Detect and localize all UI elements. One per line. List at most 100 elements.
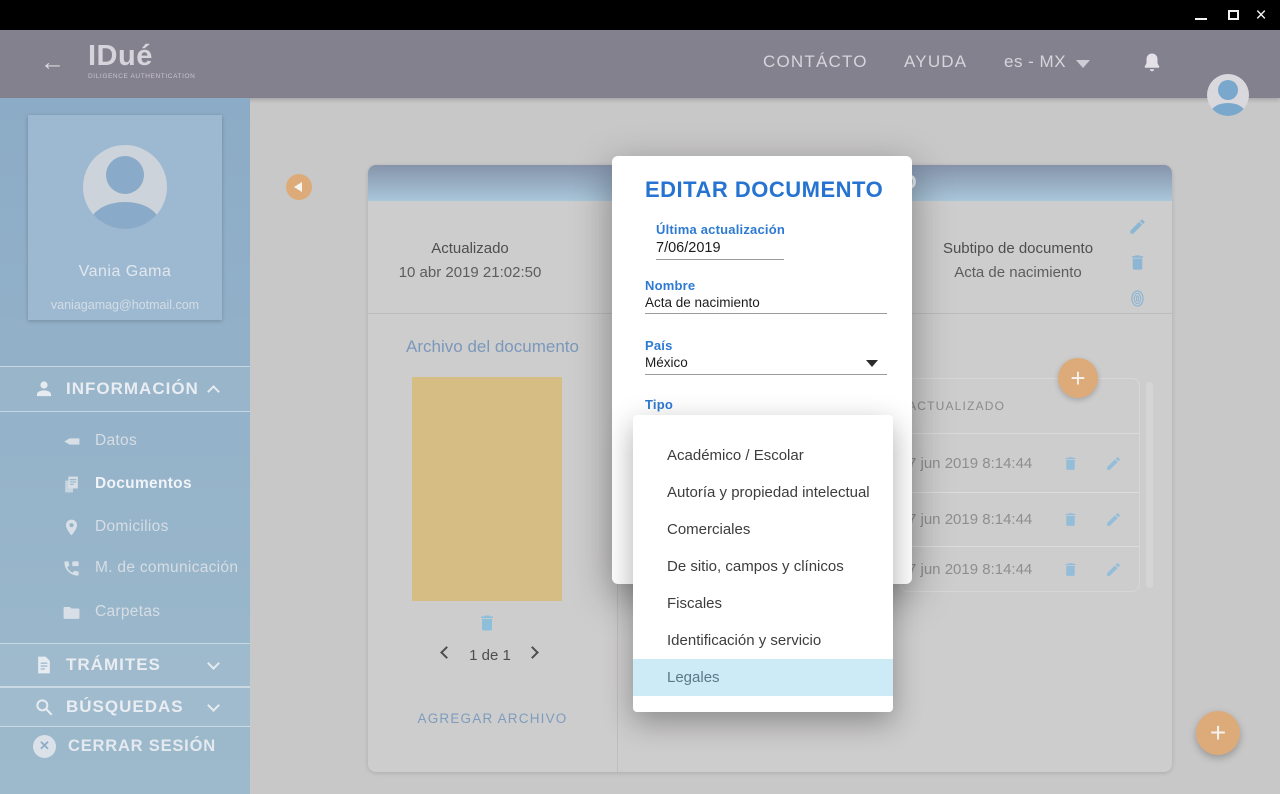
minimize-button[interactable] (1186, 0, 1216, 30)
language-selector[interactable]: es - MX (1004, 52, 1090, 72)
plus-icon: + (1070, 363, 1085, 394)
type-label: Tipo (645, 397, 673, 412)
bell-icon (1140, 51, 1164, 75)
last-update-label: Última actualización (656, 222, 785, 237)
nav-help-link[interactable]: AYUDA (904, 52, 967, 72)
add-history-button[interactable]: + (1058, 358, 1098, 398)
plus-icon: + (1210, 717, 1226, 749)
back-arrow-icon: ← (40, 48, 65, 76)
input-underline (645, 374, 887, 375)
profile-avatar (83, 145, 167, 229)
dropdown-option[interactable]: De sitio, campos y clínicos (633, 548, 893, 585)
name-label: Nombre (645, 278, 695, 293)
dropdown-option[interactable]: Académico / Escolar (633, 437, 893, 474)
dropdown-option[interactable]: Autoría y propiedad intelectual (633, 474, 893, 511)
sidebar-item-label: Datos (95, 432, 137, 450)
pencil-icon (1128, 217, 1147, 236)
document-preview[interactable] (412, 377, 562, 601)
row-delete-button[interactable] (1062, 561, 1079, 578)
logout-button[interactable]: ✕ CERRAR SESIÓN (0, 727, 250, 765)
history-table: ACTUALIZADO 7 jun 2019 8:14:44 7 jun 201… (900, 378, 1140, 592)
delete-document-button[interactable] (1128, 253, 1147, 272)
edit-document-button[interactable] (1128, 217, 1147, 236)
sidebar-section-informacion[interactable]: INFORMACIÓN (0, 366, 250, 412)
phone-icon (62, 559, 81, 578)
pencil-icon (1105, 511, 1122, 528)
sidebar-item-label: M. de comunicación (95, 559, 238, 577)
app-window: × ← IDué DILIGENCE AUTHENTICATION CONTÁC… (0, 0, 1280, 794)
dropdown-option[interactable]: Identificación y servicio (633, 622, 893, 659)
file-section-heading: Archivo del documento (368, 337, 617, 357)
logout-label: CERRAR SESIÓN (68, 737, 216, 756)
avatar-head-icon (1218, 80, 1238, 100)
next-page-button[interactable] (526, 646, 539, 659)
select-caret-icon[interactable] (866, 360, 878, 367)
dropdown-option-selected[interactable]: Legales (633, 659, 893, 696)
app-logo: IDué DILIGENCE AUTHENTICATION (88, 41, 195, 80)
collapse-sidebar-button[interactable] (286, 174, 312, 200)
app-header: ← IDué DILIGENCE AUTHENTICATION CONTÁCTO… (0, 30, 1280, 98)
type-dropdown: Académico / Escolar Autoría y propiedad … (633, 415, 893, 712)
sidebar-item-label: Carpetas (95, 603, 160, 621)
chevron-down-icon (207, 699, 220, 712)
add-file-button[interactable]: AGREGAR ARCHIVO (368, 711, 617, 726)
maximize-icon (1228, 10, 1239, 20)
sidebar: Vania Gama vaniagamag@hotmail.com INFORM… (0, 98, 250, 794)
documents-icon (62, 475, 81, 494)
document-actions (1128, 217, 1148, 308)
subtype-value: Acta de nacimiento (918, 264, 1118, 281)
page-indicator: 1 de 1 (460, 647, 520, 664)
table-row: 7 jun 2019 8:14:44 (901, 493, 1139, 547)
trash-icon (477, 613, 497, 633)
table-row: 7 jun 2019 8:14:44 (901, 547, 1139, 592)
row-edit-button[interactable] (1105, 511, 1122, 528)
maximize-button[interactable] (1218, 0, 1248, 30)
close-button[interactable]: × (1246, 0, 1276, 30)
row-date: 7 jun 2019 8:14:44 (908, 511, 1062, 528)
logo-title: IDué (88, 41, 195, 73)
row-edit-button[interactable] (1105, 561, 1122, 578)
row-edit-button[interactable] (1105, 455, 1122, 472)
sidebar-item-domicilios[interactable]: Domicilios (0, 508, 250, 546)
dropdown-option[interactable]: Comerciales (633, 511, 893, 548)
delete-file-button[interactable] (477, 613, 497, 633)
row-delete-button[interactable] (1062, 455, 1079, 472)
row-delete-button[interactable] (1062, 511, 1079, 528)
sidebar-section-label: BÚSQUEDAS (66, 697, 184, 717)
row-date: 7 jun 2019 8:14:44 (908, 455, 1062, 472)
country-select[interactable]: México (645, 355, 688, 370)
last-update-input[interactable]: 7/06/2019 (656, 240, 721, 256)
avatar[interactable] (1207, 74, 1249, 116)
row-date: 7 jun 2019 8:14:44 (908, 561, 1062, 578)
language-label: es - MX (1004, 52, 1066, 72)
updated-value: 10 abr 2019 21:02:50 (385, 264, 555, 281)
trash-icon (1062, 561, 1079, 578)
notifications-button[interactable] (1140, 51, 1164, 75)
location-pin-icon (62, 518, 81, 537)
sidebar-item-comunicacion[interactable]: M. de comunicación (0, 549, 250, 587)
nav-contact-link[interactable]: CONTÁCTO (763, 52, 868, 72)
table-scrollbar[interactable] (1146, 382, 1153, 588)
prev-page-button[interactable] (440, 646, 453, 659)
pencil-icon (1105, 561, 1122, 578)
add-document-button[interactable]: + (1196, 711, 1240, 755)
subtype-label: Subtipo de documento (918, 240, 1118, 257)
name-input[interactable]: Acta de nacimiento (645, 295, 760, 310)
close-circle-icon: ✕ (33, 735, 56, 758)
avatar-body-icon (90, 202, 160, 229)
sidebar-section-tramites[interactable]: TRÁMITES (0, 643, 250, 687)
avatar-head-icon (106, 156, 144, 194)
sidebar-section-busquedas[interactable]: BÚSQUEDAS (0, 687, 250, 727)
sidebar-item-carpetas[interactable]: Carpetas (0, 593, 250, 631)
fingerprint-button[interactable] (1128, 289, 1147, 308)
dropdown-option[interactable]: Fiscales (633, 585, 893, 622)
back-button[interactable]: ← (40, 48, 65, 77)
folder-icon (62, 603, 81, 622)
table-column-header: ACTUALIZADO (901, 379, 1139, 434)
sidebar-item-documentos[interactable]: Documentos (0, 465, 250, 503)
chevron-up-icon (207, 385, 220, 398)
profile-email: vaniagamag@hotmail.com (28, 298, 222, 312)
sidebar-item-datos[interactable]: Datos (0, 422, 250, 460)
profile-name: Vania Gama (28, 263, 222, 281)
sidebar-section-label: TRÁMITES (66, 655, 161, 675)
